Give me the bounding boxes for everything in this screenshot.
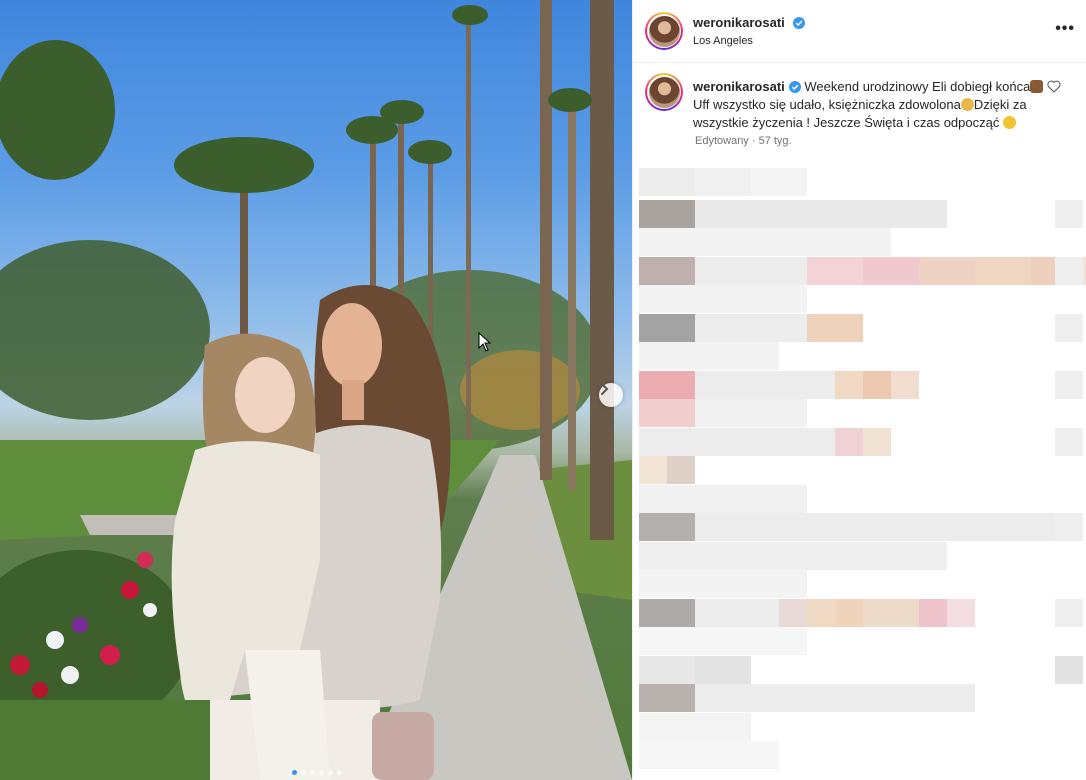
pixel-block (639, 428, 835, 456)
pixel-block (639, 285, 807, 313)
post-header: weronikarosati Los Angeles ••• (633, 0, 1086, 63)
cake-emoji-icon (1030, 80, 1044, 93)
pixel-block (639, 200, 695, 228)
pixel-block (1055, 428, 1083, 456)
pixel-block (695, 200, 947, 228)
photo-scene (0, 0, 632, 780)
pixel-block (695, 371, 835, 399)
pixel-block (639, 513, 695, 541)
carousel-dot (301, 770, 306, 775)
pixel-block (1055, 371, 1083, 399)
pixel-block (639, 314, 695, 342)
post-caption: weronikarosati Weekend urodzinowy Eli do… (693, 78, 1077, 132)
pixel-block (975, 257, 1031, 285)
caption-text-2: Uff wszystko się udało, księżniczka zdow… (693, 97, 961, 112)
pixelated-comments (633, 168, 1086, 780)
carousel-next-button[interactable] (599, 383, 623, 407)
carousel-dot (310, 770, 315, 775)
pixel-block (639, 399, 695, 427)
relieved-face-emoji-icon (960, 98, 974, 111)
carousel-dot (328, 770, 333, 775)
pixel-block (695, 656, 751, 684)
carousel-dot (319, 770, 324, 775)
post-meta: Edytowany · 57 tyg. (695, 135, 792, 147)
avatar-image (648, 76, 680, 108)
pixel-block (835, 428, 863, 456)
pixel-block (863, 428, 891, 456)
pixel-block (639, 684, 695, 712)
pixel-block (639, 168, 695, 196)
pixel-block (695, 599, 779, 627)
pixel-block (695, 399, 807, 427)
pixel-block (1055, 513, 1083, 541)
pixel-block (639, 257, 695, 285)
pixel-block (807, 257, 863, 285)
pixel-block (695, 684, 975, 712)
pixel-block (835, 599, 863, 627)
pixel-block (639, 342, 779, 370)
pixel-block (1055, 200, 1083, 228)
pixel-block (779, 599, 807, 627)
pixel-block (863, 371, 891, 399)
pixel-block (695, 168, 751, 196)
verified-badge-icon (788, 81, 801, 93)
pixel-block (639, 485, 807, 513)
more-options-button[interactable]: ••• (1055, 20, 1075, 38)
pixel-block (1055, 314, 1083, 342)
pixel-block (1055, 656, 1083, 684)
pixel-block (639, 228, 891, 256)
white-heart-emoji-icon (1047, 80, 1061, 93)
pixel-block (807, 599, 835, 627)
pixel-block (919, 599, 947, 627)
avatar[interactable] (645, 12, 683, 50)
pixel-block (695, 314, 807, 342)
pixel-block (639, 542, 947, 570)
pixel-block (1055, 599, 1083, 627)
pixel-block (1055, 257, 1083, 285)
verified-badge-icon (793, 17, 806, 29)
pixel-block (947, 599, 975, 627)
avatar-image (648, 15, 680, 47)
pixel-block (863, 257, 919, 285)
pixel-block (639, 371, 695, 399)
carousel-dot (337, 770, 342, 775)
chevron-right-icon (601, 383, 609, 395)
pixel-block (891, 371, 919, 399)
cursor-icon (478, 332, 492, 352)
caption-text-2b: Dzięki za (973, 97, 1027, 112)
pixel-block (695, 257, 807, 285)
pixel-block (639, 656, 695, 684)
pixel-block (639, 456, 667, 484)
pixel-block (835, 371, 863, 399)
pixel-block (639, 627, 807, 655)
pixel-block (695, 513, 1059, 541)
carousel-dot (292, 770, 297, 775)
pixel-block (863, 599, 919, 627)
pixel-block (807, 314, 863, 342)
location-link[interactable]: Los Angeles (693, 35, 805, 47)
pixel-block (639, 713, 751, 741)
caption-avatar[interactable] (645, 73, 683, 111)
post-photo[interactable] (0, 0, 632, 780)
carousel-indicator (292, 770, 342, 775)
username-link[interactable]: weronikarosati (693, 15, 785, 30)
smile-emoji-icon (1002, 116, 1016, 129)
caption-text-1: Weekend urodzinowy Eli dobiegł końca (804, 79, 1031, 94)
caption-username[interactable]: weronikarosati (693, 79, 785, 94)
caption-text-3: wszystkie życzenia ! Jeszcze Święta i cz… (693, 115, 1000, 130)
post-sidebar: weronikarosati Los Angeles ••• weronikar… (632, 0, 1086, 780)
pixel-block (639, 741, 779, 769)
pixel-block (919, 257, 975, 285)
pixel-block (667, 456, 695, 484)
pixel-block (751, 168, 807, 196)
pixel-block (639, 570, 807, 598)
pixel-block (639, 599, 695, 627)
